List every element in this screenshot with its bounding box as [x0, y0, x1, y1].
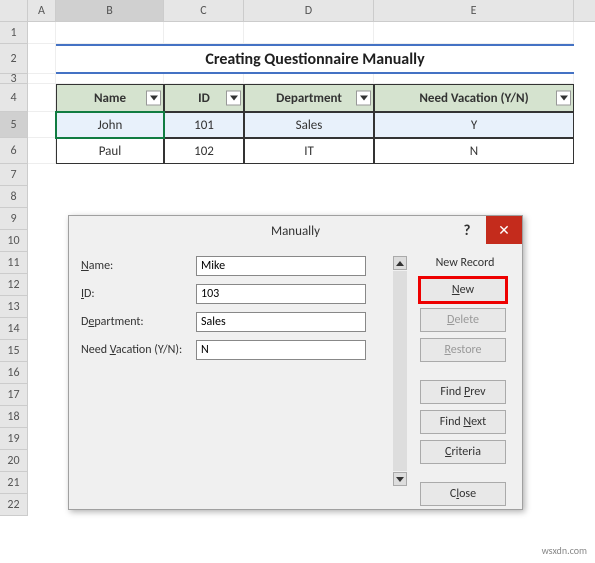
col-header-C[interactable]: C — [164, 0, 244, 21]
column-headers: A B C D E — [0, 0, 595, 22]
col-header-D[interactable]: D — [244, 0, 374, 21]
row-header-11[interactable]: 11 — [0, 252, 28, 274]
row-header-7[interactable]: 7 — [0, 164, 28, 186]
table-header-name: Name — [56, 84, 164, 112]
dialog-title: Manually ? ✕ — [69, 216, 522, 246]
row-header-9[interactable]: 9 — [0, 208, 28, 230]
row-header-2[interactable]: 2 — [0, 44, 28, 74]
restore-button[interactable]: Restore — [420, 338, 506, 362]
cell-B5[interactable]: John — [56, 112, 164, 138]
row-headers: 1 2 3 4 5 6 7 8 9 10 11 12 13 14 15 16 1… — [0, 22, 28, 516]
row-header-10[interactable]: 10 — [0, 230, 28, 252]
col-header-A[interactable]: A — [28, 0, 56, 21]
table-header-vacation: Need Vacation (Y/N) — [374, 84, 574, 112]
row-header-3[interactable]: 3 — [0, 74, 28, 84]
select-all-corner[interactable] — [0, 0, 28, 21]
row-header-5[interactable]: 5 — [0, 112, 28, 138]
data-form-dialog: Manually ? ✕ Name: ID: Department: Need … — [68, 215, 523, 510]
col-header-B[interactable]: B — [56, 0, 164, 21]
row-header-1[interactable]: 1 — [0, 22, 28, 44]
criteria-button[interactable]: Criteria — [420, 440, 506, 464]
row-header-12[interactable]: 12 — [0, 274, 28, 296]
delete-button[interactable]: Delete — [420, 308, 506, 332]
scroll-down-icon[interactable] — [393, 472, 407, 486]
row-header-18[interactable]: 18 — [0, 406, 28, 428]
filter-icon[interactable] — [146, 91, 161, 106]
row-header-6[interactable]: 6 — [0, 138, 28, 164]
table-row[interactable]: John 101 Sales Y — [28, 112, 595, 138]
filter-icon[interactable] — [226, 91, 241, 106]
table-header-id: ID — [164, 84, 244, 112]
name-field[interactable] — [196, 256, 366, 276]
row-header-4[interactable]: 4 — [0, 84, 28, 112]
table-row[interactable]: Paul 102 IT N — [28, 138, 595, 164]
name-label: Name: — [81, 259, 196, 273]
close-icon[interactable]: ✕ — [486, 216, 522, 244]
id-label: ID: — [81, 287, 196, 301]
help-button[interactable]: ? — [452, 216, 482, 246]
cell-C5[interactable]: 101 — [164, 112, 244, 138]
row-header-15[interactable]: 15 — [0, 340, 28, 362]
cell-B6[interactable]: Paul — [56, 138, 164, 164]
table-header-department: Department — [244, 84, 374, 112]
department-label: Department: — [81, 315, 196, 329]
scroll-up-icon[interactable] — [393, 256, 407, 270]
cell-C6[interactable]: 102 — [164, 138, 244, 164]
col-header-E[interactable]: E — [374, 0, 574, 21]
find-prev-button[interactable]: Find Prev — [420, 380, 506, 404]
close-button[interactable]: Close — [420, 482, 506, 506]
cell-E6[interactable]: N — [374, 138, 574, 164]
vacation-label: Need Vacation (Y/N): — [81, 343, 196, 357]
filter-icon[interactable] — [356, 91, 371, 106]
cell-D5[interactable]: Sales — [244, 112, 374, 138]
row-header-22[interactable]: 22 — [0, 494, 28, 516]
cell-E5[interactable]: Y — [374, 112, 574, 138]
new-button[interactable]: New — [420, 278, 506, 302]
row-header-16[interactable]: 16 — [0, 362, 28, 384]
page-title: Creating Questionnaire Manually — [56, 44, 574, 74]
id-field[interactable] — [196, 284, 366, 304]
row-header-21[interactable]: 21 — [0, 472, 28, 494]
scrollbar[interactable] — [390, 256, 410, 486]
department-field[interactable] — [196, 312, 366, 332]
scroll-track[interactable] — [393, 271, 407, 471]
cell-D6[interactable]: IT — [244, 138, 374, 164]
find-next-button[interactable]: Find Next — [420, 410, 506, 434]
row-header-8[interactable]: 8 — [0, 186, 28, 208]
record-status: New Record — [420, 256, 510, 270]
row-header-17[interactable]: 17 — [0, 384, 28, 406]
watermark: wsxdn.com — [542, 544, 587, 557]
row-header-19[interactable]: 19 — [0, 428, 28, 450]
row-header-14[interactable]: 14 — [0, 318, 28, 340]
row-header-13[interactable]: 13 — [0, 296, 28, 318]
row-header-20[interactable]: 20 — [0, 450, 28, 472]
filter-icon[interactable] — [556, 91, 571, 106]
vacation-field[interactable] — [196, 340, 366, 360]
